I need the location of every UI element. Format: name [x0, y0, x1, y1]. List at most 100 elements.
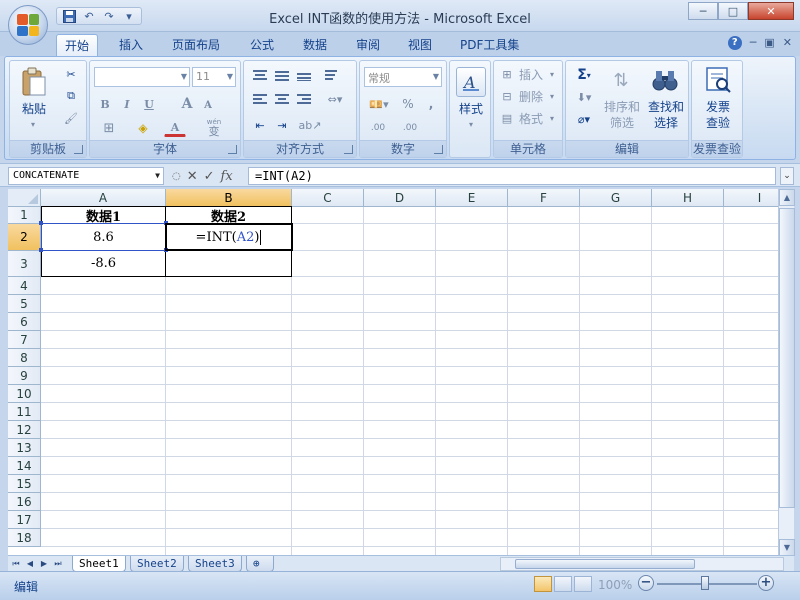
select-all-button[interactable] — [8, 189, 41, 207]
scroll-up-icon[interactable]: ▲ — [779, 189, 795, 206]
merge-center-icon[interactable]: ⇔▾ — [320, 91, 350, 107]
sort-filter-label-1[interactable]: 排序和 — [602, 99, 642, 115]
paste-button[interactable]: 粘贴 — [16, 101, 52, 117]
normal-view-icon[interactable] — [534, 576, 552, 592]
copy-icon[interactable]: ⧉ — [62, 87, 80, 105]
italic-button[interactable]: I — [118, 95, 136, 113]
sheet-tab-3[interactable]: Sheet3 — [188, 556, 242, 572]
tab-insert[interactable]: 插入 — [111, 34, 151, 56]
maximize-button[interactable]: □ — [718, 2, 748, 20]
clear-icon[interactable]: ⌀▾ — [570, 110, 598, 128]
reference-handle[interactable] — [39, 221, 43, 225]
scroll-down-icon[interactable]: ▼ — [779, 539, 795, 556]
cell-a3[interactable]: -8.6 — [42, 251, 165, 276]
row-header-4[interactable]: 4 — [8, 277, 41, 295]
fill-color-icon[interactable]: ◈ — [130, 119, 156, 137]
percent-button[interactable]: % — [398, 95, 418, 113]
autosum-button[interactable]: Σ ▾ — [570, 66, 598, 84]
page-layout-view-icon[interactable] — [554, 576, 572, 592]
chevron-down-icon[interactable]: ▾ — [546, 88, 558, 104]
zoom-level[interactable]: 100% — [598, 578, 632, 592]
scroll-thumb[interactable] — [779, 208, 795, 508]
prev-sheet-icon[interactable]: ◀ — [24, 557, 36, 570]
col-header-e[interactable]: E — [436, 189, 508, 207]
row-header-17[interactable]: 17 — [8, 511, 41, 529]
invoice-label-2[interactable]: 查验 — [698, 115, 738, 131]
row-header-1[interactable]: 1 — [8, 207, 41, 224]
reference-handle[interactable] — [164, 221, 168, 225]
insert-sheet-icon[interactable]: ⊕ — [246, 556, 274, 572]
tab-formulas[interactable]: 公式 — [242, 34, 282, 56]
cut-icon[interactable]: ✂ — [62, 65, 80, 83]
clipboard-launcher-icon[interactable] — [74, 145, 83, 154]
grow-font-button[interactable]: A — [178, 95, 196, 113]
col-header-d[interactable]: D — [364, 189, 436, 207]
col-header-g[interactable]: G — [580, 189, 652, 207]
zoom-out-button[interactable]: − — [638, 575, 654, 591]
page-break-view-icon[interactable] — [574, 576, 592, 592]
insert-function-button[interactable]: fx — [221, 169, 233, 184]
close-button[interactable]: ✕ — [748, 2, 794, 20]
shrink-font-button[interactable]: A — [200, 97, 216, 113]
col-header-c[interactable]: C — [292, 189, 364, 207]
tab-page-layout[interactable]: 页面布局 — [164, 34, 228, 56]
insert-cells-button[interactable]: 插入 — [516, 67, 546, 83]
sheet-tab-2[interactable]: Sheet2 — [130, 556, 184, 572]
expand-formula-icon[interactable]: ⌄ — [780, 167, 794, 185]
enter-icon[interactable]: ✓ — [204, 169, 215, 184]
cell-b1[interactable]: 数据2 — [166, 207, 291, 225]
office-button[interactable] — [8, 5, 48, 45]
first-sheet-icon[interactable]: ⏮ — [10, 557, 22, 570]
decrease-decimal-button[interactable]: .00 — [396, 119, 424, 137]
col-header-i[interactable]: I — [724, 189, 778, 207]
font-launcher-icon[interactable] — [228, 145, 237, 154]
font-size-combo[interactable]: 11 ▼ — [192, 67, 236, 87]
paste-icon[interactable] — [20, 67, 48, 97]
align-bottom-icon[interactable] — [294, 67, 314, 83]
increase-decimal-button[interactable]: .00 — [364, 119, 392, 137]
chevron-down-icon[interactable]: ▾ — [546, 110, 558, 126]
row-header-2[interactable]: 2 — [8, 224, 41, 251]
col-header-f[interactable]: F — [508, 189, 580, 207]
accounting-format-icon[interactable]: 💴▾ — [364, 95, 394, 113]
row-header-7[interactable]: 7 — [8, 331, 41, 349]
font-color-button[interactable]: A — [164, 119, 186, 137]
bold-button[interactable]: B — [96, 95, 114, 113]
tab-view[interactable]: 视图 — [400, 34, 440, 56]
row-header-11[interactable]: 11 — [8, 403, 41, 421]
comma-button[interactable]: , — [422, 95, 440, 113]
invoice-check-icon[interactable] — [702, 65, 734, 95]
align-middle-icon[interactable] — [272, 67, 292, 83]
alignment-launcher-icon[interactable] — [344, 145, 353, 154]
worksheet-grid[interactable]: A B C D E F G H I 1 2 3 4 5 6 7 8 9 10 1… — [8, 189, 778, 556]
cell-b2[interactable]: =INT(A2) — [166, 224, 291, 250]
row-header-5[interactable]: 5 — [8, 295, 41, 313]
tab-home[interactable]: 开始 — [56, 34, 99, 56]
find-select-label-2[interactable]: 选择 — [646, 115, 686, 131]
delete-cells-button[interactable]: 删除 — [516, 89, 546, 105]
format-cells-button[interactable]: 格式 — [516, 111, 546, 127]
tab-pdf-tools[interactable]: PDF工具集 — [452, 34, 527, 56]
format-painter-icon[interactable]: 🖌 — [62, 109, 80, 127]
sort-filter-icon[interactable]: ⇅ — [606, 65, 636, 95]
col-header-b[interactable]: B — [166, 189, 292, 207]
col-header-a[interactable]: A — [41, 189, 166, 207]
invoice-label-1[interactable]: 发票 — [698, 99, 738, 115]
number-launcher-icon[interactable] — [434, 145, 443, 154]
zoom-in-button[interactable]: + — [758, 575, 774, 591]
styles-dropdown-icon[interactable]: ▾ — [464, 119, 478, 129]
help-icon[interactable]: ? — [727, 36, 742, 50]
row-header-10[interactable]: 10 — [8, 385, 41, 403]
underline-button[interactable]: U — [140, 95, 158, 113]
tab-review[interactable]: 审阅 — [348, 34, 388, 56]
row-header-12[interactable]: 12 — [8, 421, 41, 439]
cell-a1[interactable]: 数据1 — [42, 207, 165, 225]
zoom-slider-thumb[interactable] — [701, 576, 709, 590]
row-header-14[interactable]: 14 — [8, 457, 41, 475]
ribbon-minimize-icon[interactable]: ─ — [750, 36, 757, 50]
sheet-tab-1[interactable]: Sheet1 — [72, 556, 126, 572]
align-center-icon[interactable] — [272, 91, 292, 107]
wrap-text-icon[interactable] — [320, 67, 344, 83]
chevron-down-icon[interactable]: ▼ — [155, 171, 160, 180]
find-select-label-1[interactable]: 查找和 — [646, 99, 686, 115]
